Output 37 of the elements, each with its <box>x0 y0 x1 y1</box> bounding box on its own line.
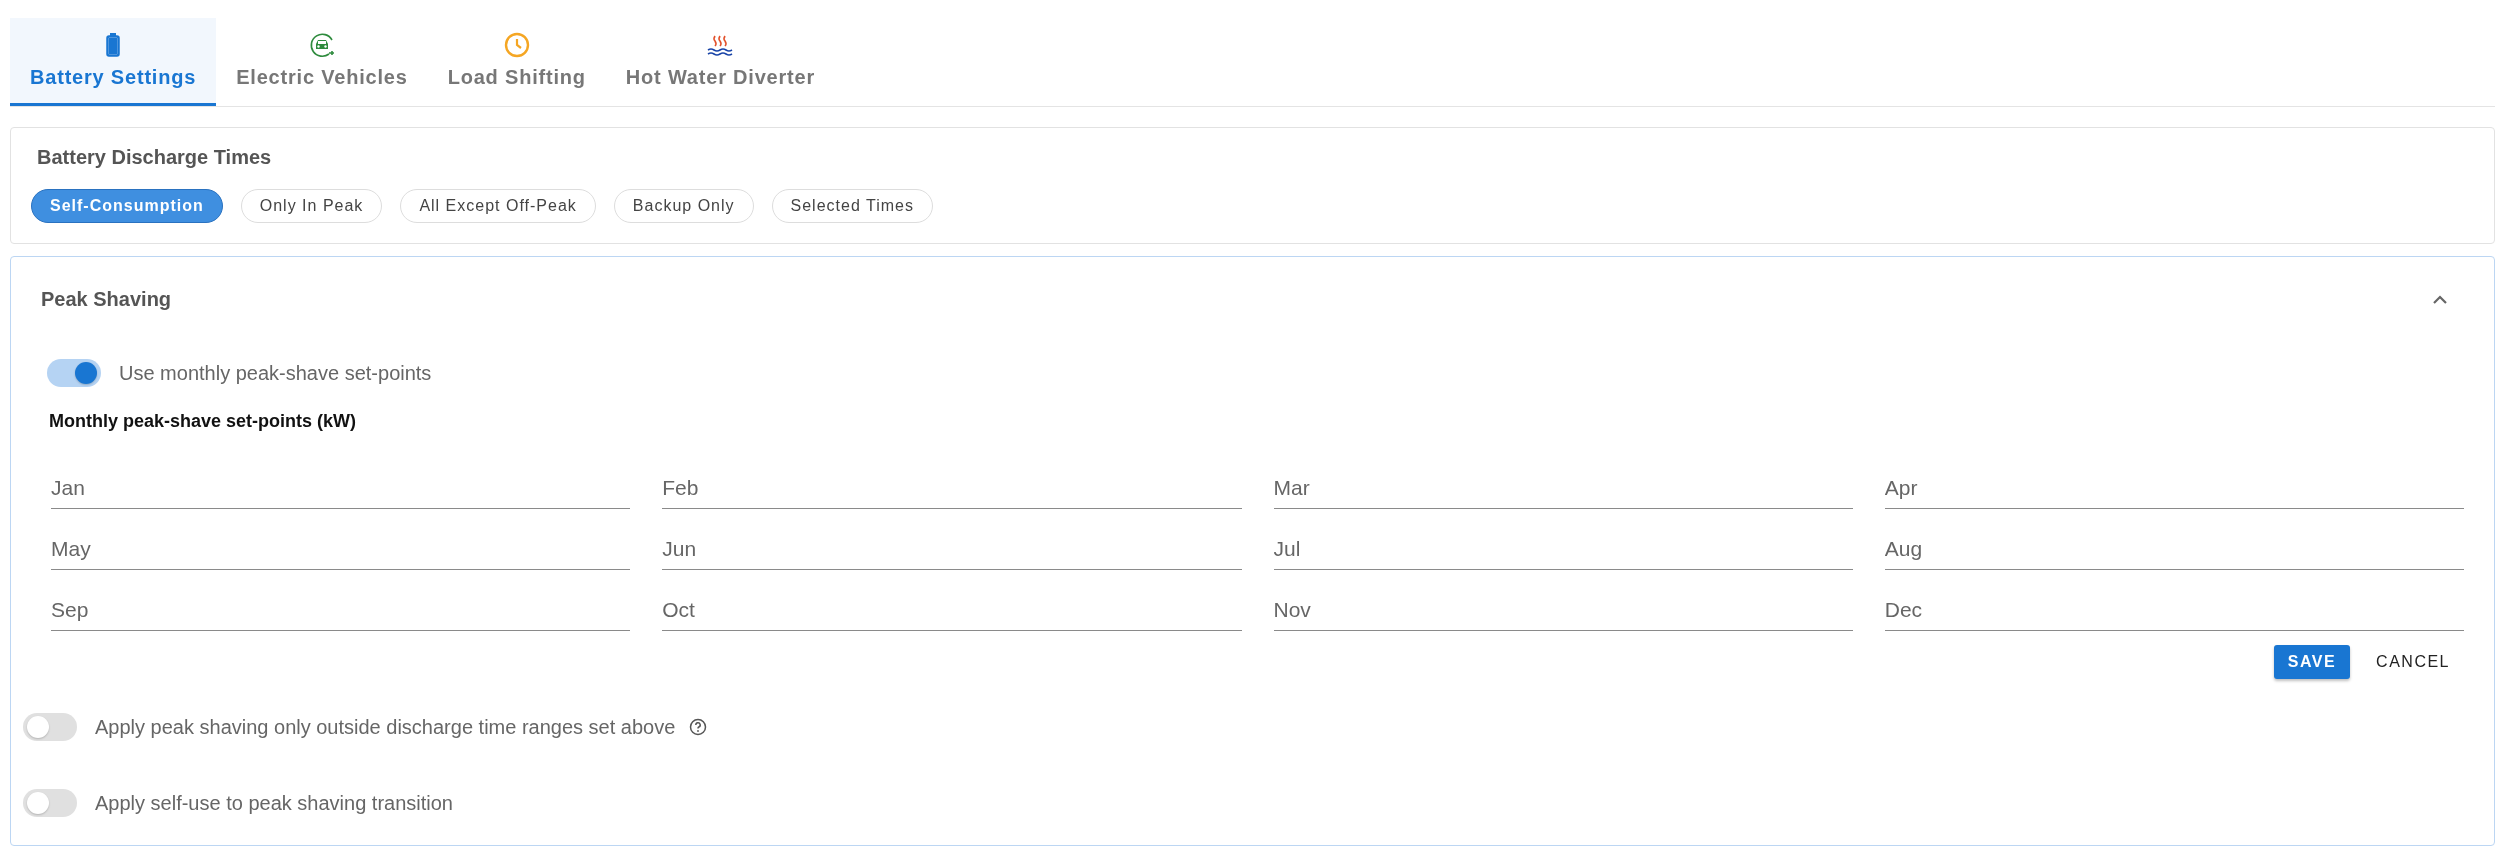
input-field[interactable]: Mar <box>1273 466 1853 509</box>
tab[interactable]: Battery Settings <box>10 18 217 106</box>
subsection-title: Monthly peak-shave set-points (kW) <box>49 411 358 432</box>
input-field[interactable]: Apr <box>1884 466 2464 509</box>
input-field[interactable]: May <box>51 527 631 570</box>
battery-icon <box>106 32 121 58</box>
input-field[interactable]: Feb <box>662 466 1242 509</box>
input-field[interactable]: Sep <box>51 588 631 631</box>
input-field[interactable]: Jan <box>51 466 631 509</box>
toggle-switch[interactable] <box>47 359 101 387</box>
input-field[interactable]: Jun <box>662 527 1242 570</box>
toggle-switch[interactable] <box>23 713 77 741</box>
toggle-label: Apply self-use to peak shaving transition <box>95 791 453 815</box>
tab[interactable]: Electric Vehicles <box>216 18 428 106</box>
input-field[interactable]: Dec <box>1884 588 2464 631</box>
save-button[interactable]: SAVE <box>2273 645 2351 679</box>
input-field[interactable]: Nov <box>1273 588 1853 631</box>
input-field[interactable]: Oct <box>662 588 1242 631</box>
help-icon[interactable] <box>689 718 708 736</box>
input-field[interactable]: Aug <box>1884 527 2464 570</box>
cancel-button[interactable]: CANCEL <box>2362 645 2464 679</box>
section-title: Peak Shaving <box>41 287 172 311</box>
chevron-icon[interactable] <box>2432 294 2448 304</box>
tab[interactable]: Load Shifting <box>427 18 606 106</box>
card-title: Battery Discharge Times <box>37 146 273 169</box>
toggle-label: Use monthly peak-shave set-points <box>119 361 432 385</box>
option-chip[interactable]: Backup Only <box>613 189 754 223</box>
option-chip[interactable]: Only In Peak <box>240 189 383 223</box>
clock-icon <box>503 32 530 58</box>
option-chip[interactable]: All Except Off-Peak <box>400 189 596 223</box>
toggle-switch[interactable] <box>23 789 77 817</box>
car-icon <box>308 32 335 58</box>
option-chip[interactable]: Self-Consumption <box>31 189 223 223</box>
tab[interactable]: Hot Water Diverter <box>605 18 836 106</box>
input-field[interactable]: Jul <box>1273 527 1853 570</box>
toggle-label: Apply peak shaving only outside discharge time ranges set above <box>95 715 676 739</box>
option-chip[interactable]: Selected Times <box>771 189 933 223</box>
